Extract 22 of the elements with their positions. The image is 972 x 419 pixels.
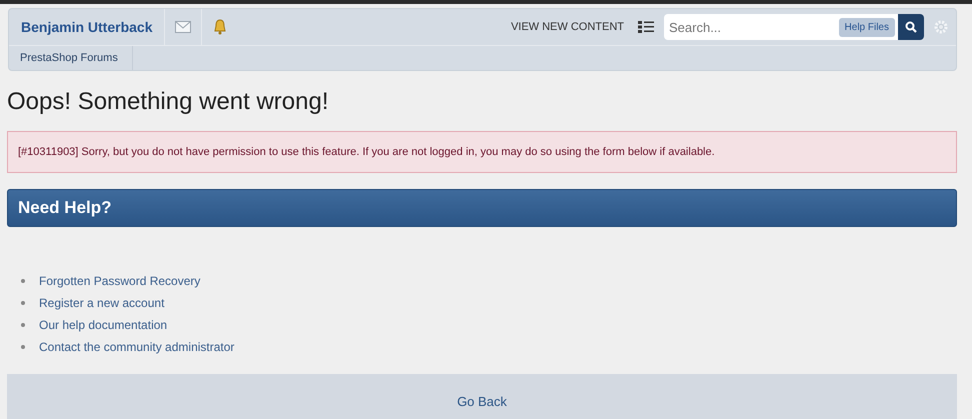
bullet-icon bbox=[21, 345, 25, 349]
bullet-icon bbox=[21, 323, 25, 327]
user-name-link[interactable]: Benjamin Utterback bbox=[9, 19, 164, 35]
search-field[interactable]: Search... Help Files bbox=[664, 14, 924, 40]
list-icon[interactable] bbox=[638, 21, 654, 33]
view-new-content-link[interactable]: VIEW NEW CONTENT bbox=[510, 21, 624, 33]
help-link[interactable]: Contact the community administrator bbox=[39, 340, 234, 354]
search-button[interactable] bbox=[898, 14, 924, 40]
section-header: Need Help? bbox=[7, 189, 957, 227]
search-icon bbox=[905, 21, 917, 33]
search-scope-button[interactable]: Help Files bbox=[838, 18, 895, 36]
bell-icon bbox=[213, 19, 228, 35]
help-link[interactable]: Forgotten Password Recovery bbox=[39, 274, 200, 288]
bullet-icon bbox=[21, 279, 25, 283]
breadcrumb-link[interactable]: PrestaShop Forums bbox=[9, 46, 133, 70]
page-title: Oops! Something went wrong! bbox=[7, 88, 330, 116]
error-message: [#10311903] Sorry, but you do not have permission to use this feature. If you are not logged in, you may do so using the form below if available. bbox=[7, 131, 957, 173]
go-back-link[interactable]: Go Back bbox=[457, 394, 507, 408]
envelope-icon bbox=[175, 21, 192, 33]
bullet-icon bbox=[21, 301, 25, 305]
help-link[interactable]: Register a new account bbox=[39, 296, 164, 310]
help-link[interactable]: Our help documentation bbox=[39, 318, 168, 332]
